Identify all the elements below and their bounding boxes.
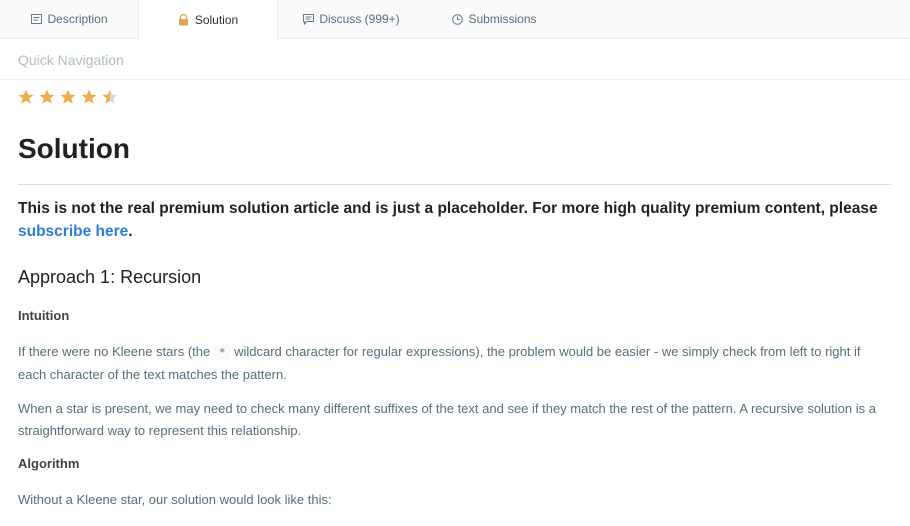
approach-heading: Approach 1: Recursion [18, 267, 202, 287]
description-icon [30, 13, 42, 25]
tab-discuss[interactable]: Discuss (999+) [278, 0, 424, 38]
intuition-heading: Intuition [18, 308, 70, 323]
title-divider [18, 184, 891, 185]
star-icon[interactable] [60, 89, 76, 105]
tab-submissions[interactable]: Submissions [424, 0, 564, 38]
tab-bar: Description Solution Discuss (999+) Subm… [0, 0, 910, 39]
subscribe-link[interactable]: subscribe here [18, 223, 128, 240]
lock-icon [178, 13, 190, 26]
star-rating[interactable] [18, 89, 123, 105]
tab-description-label: Description [47, 12, 108, 26]
intuition-paragraph-1: If there were no Kleene stars (the * wil… [18, 341, 891, 385]
star-icon[interactable] [18, 89, 34, 105]
discuss-icon [302, 13, 314, 25]
quick-navigation[interactable]: Quick Navigation [0, 39, 910, 80]
tab-discuss-label: Discuss (999+) [319, 12, 400, 26]
tab-description[interactable]: Description [0, 0, 138, 38]
half-star-icon[interactable] [102, 89, 118, 105]
page-title: Solution [18, 133, 130, 164]
tab-solution-label: Solution [194, 12, 239, 27]
clock-icon [451, 13, 463, 25]
algorithm-paragraph-1: Without a Kleene star, our solution woul… [18, 492, 332, 507]
star-icon[interactable] [39, 89, 55, 105]
wildcard-code: * [213, 345, 231, 360]
premium-notice-text: This is not the real premium solution ar… [18, 200, 878, 217]
tab-solution[interactable]: Solution [138, 0, 278, 39]
algorithm-heading: Algorithm [18, 456, 80, 471]
tab-submissions-label: Submissions [468, 12, 537, 26]
premium-notice: This is not the real premium solution ar… [18, 197, 891, 243]
star-icon[interactable] [81, 89, 97, 105]
quick-navigation-label[interactable]: Quick Navigation [18, 52, 124, 68]
intuition-p1-before: If there were no Kleene stars (the [18, 344, 214, 359]
intuition-paragraph-2: When a star is present, we may need to c… [18, 401, 876, 438]
premium-notice-end: . [128, 223, 133, 240]
